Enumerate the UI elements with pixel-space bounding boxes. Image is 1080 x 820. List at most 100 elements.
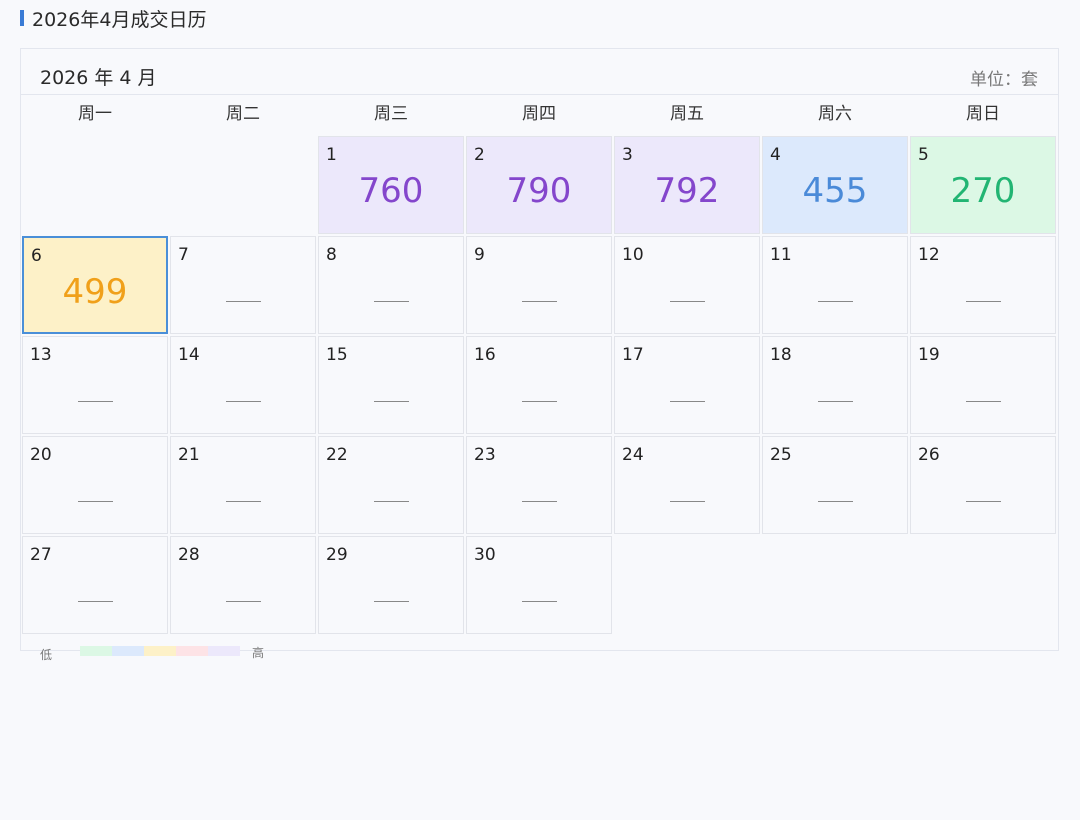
day-number: 19 — [918, 345, 940, 365]
day-no-data-dash — [226, 401, 261, 402]
day-cell[interactable]: 25 — [762, 436, 908, 534]
day-cell[interactable]: 16 — [466, 336, 612, 434]
day-cell[interactable]: 7 — [170, 236, 316, 334]
day-cell[interactable]: 15 — [318, 336, 464, 434]
day-cell[interactable]: 21 — [170, 436, 316, 534]
day-number: 18 — [770, 345, 792, 365]
day-cell[interactable]: 10 — [614, 236, 760, 334]
day-cell[interactable]: 26 — [910, 436, 1056, 534]
weekday-label: 周一 — [78, 104, 112, 124]
day-no-data-dash — [374, 401, 409, 402]
day-no-data-dash — [374, 601, 409, 602]
day-no-data-dash — [226, 501, 261, 502]
day-number: 12 — [918, 245, 940, 265]
weekday-label: 周日 — [966, 104, 1000, 124]
weekday-label: 周二 — [226, 104, 260, 124]
day-no-data-dash — [670, 301, 705, 302]
day-no-data-dash — [522, 301, 557, 302]
day-number: 22 — [326, 445, 348, 465]
day-number: 27 — [30, 545, 52, 565]
day-no-data-dash — [78, 501, 113, 502]
day-no-data-dash — [966, 401, 1001, 402]
day-cell[interactable]: 8 — [318, 236, 464, 334]
legend-swatch — [176, 646, 208, 656]
day-deal-count: 455 — [802, 171, 868, 211]
day-no-data-dash — [522, 601, 557, 602]
day-cell[interactable]: 24 — [614, 436, 760, 534]
day-cell[interactable]: 20 — [22, 436, 168, 534]
day-number: 14 — [178, 345, 200, 365]
day-cell[interactable]: 14 — [170, 336, 316, 434]
day-cell[interactable]: 2 790 — [466, 136, 612, 234]
day-cell[interactable]: 18 — [762, 336, 908, 434]
calendar-card: 2026 年 4 月 单位：套 周一 周二 周三 周四 周五 周六 周日 1 760 2 790 3… — [20, 48, 1059, 651]
day-no-data-dash — [374, 501, 409, 502]
day-number: 21 — [178, 445, 200, 465]
day-cell[interactable]: 17 — [614, 336, 760, 434]
day-cell[interactable]: 13 — [22, 336, 168, 434]
page-header: 2026年4月成交日历 — [20, 6, 206, 31]
day-cell[interactable]: 23 — [466, 436, 612, 534]
day-number: 7 — [178, 245, 189, 265]
day-number: 28 — [178, 545, 200, 565]
day-cell[interactable]: 4 455 — [762, 136, 908, 234]
day-number: 1 — [326, 145, 337, 165]
day-number: 15 — [326, 345, 348, 365]
day-number: 9 — [474, 245, 485, 265]
day-no-data-dash — [966, 301, 1001, 302]
day-cell[interactable]: 27 — [22, 536, 168, 634]
day-no-data-dash — [522, 501, 557, 502]
day-deal-count: 760 — [358, 171, 424, 211]
day-number: 23 — [474, 445, 496, 465]
legend-swatch — [80, 646, 112, 656]
day-number: 26 — [918, 445, 940, 465]
day-no-data-dash — [670, 401, 705, 402]
day-number: 30 — [474, 545, 496, 565]
day-cell[interactable]: 12 — [910, 236, 1056, 334]
day-number: 20 — [30, 445, 52, 465]
day-number: 4 — [770, 145, 781, 165]
day-cell[interactable]: 6 499 — [22, 236, 168, 334]
weekday-label: 周五 — [670, 104, 704, 124]
day-cell[interactable]: 1 760 — [318, 136, 464, 234]
title-accent-bar — [20, 10, 24, 26]
day-deal-count: 270 — [950, 171, 1016, 211]
day-cell[interactable]: 28 — [170, 536, 316, 634]
day-number: 29 — [326, 545, 348, 565]
day-no-data-dash — [226, 301, 261, 302]
day-cell[interactable]: 29 — [318, 536, 464, 634]
weekday-label: 周四 — [522, 104, 556, 124]
day-number: 16 — [474, 345, 496, 365]
day-cell[interactable]: 22 — [318, 436, 464, 534]
day-no-data-dash — [818, 301, 853, 302]
day-number: 10 — [622, 245, 644, 265]
day-number: 6 — [31, 246, 42, 266]
day-cell[interactable]: 9 — [466, 236, 612, 334]
day-no-data-dash — [818, 401, 853, 402]
day-number: 13 — [30, 345, 52, 365]
day-deal-count: 790 — [506, 171, 572, 211]
day-number: 8 — [326, 245, 337, 265]
legend-swatch — [144, 646, 176, 656]
day-cell[interactable]: 11 — [762, 236, 908, 334]
day-no-data-dash — [226, 601, 261, 602]
unit-label: 单位：套 — [970, 70, 1038, 90]
day-deal-count: 792 — [654, 171, 720, 211]
day-number: 11 — [770, 245, 792, 265]
day-no-data-dash — [818, 501, 853, 502]
day-no-data-dash — [670, 501, 705, 502]
day-cell[interactable]: 3 792 — [614, 136, 760, 234]
day-cell[interactable]: 19 — [910, 336, 1056, 434]
color-legend: 低 高 — [20, 636, 280, 662]
day-cell[interactable]: 30 — [466, 536, 612, 634]
day-number: 5 — [918, 145, 929, 165]
legend-low-label: 低 — [40, 648, 53, 662]
day-cell[interactable]: 5 270 — [910, 136, 1056, 234]
weekday-header-row: 周一 周二 周三 周四 周五 周六 周日 — [21, 95, 1058, 135]
day-number: 25 — [770, 445, 792, 465]
day-deal-count: 499 — [62, 272, 128, 312]
day-no-data-dash — [966, 501, 1001, 502]
day-number: 24 — [622, 445, 644, 465]
weekday-label: 周六 — [818, 104, 852, 124]
calendar-header: 2026 年 4 月 单位：套 — [21, 49, 1058, 95]
